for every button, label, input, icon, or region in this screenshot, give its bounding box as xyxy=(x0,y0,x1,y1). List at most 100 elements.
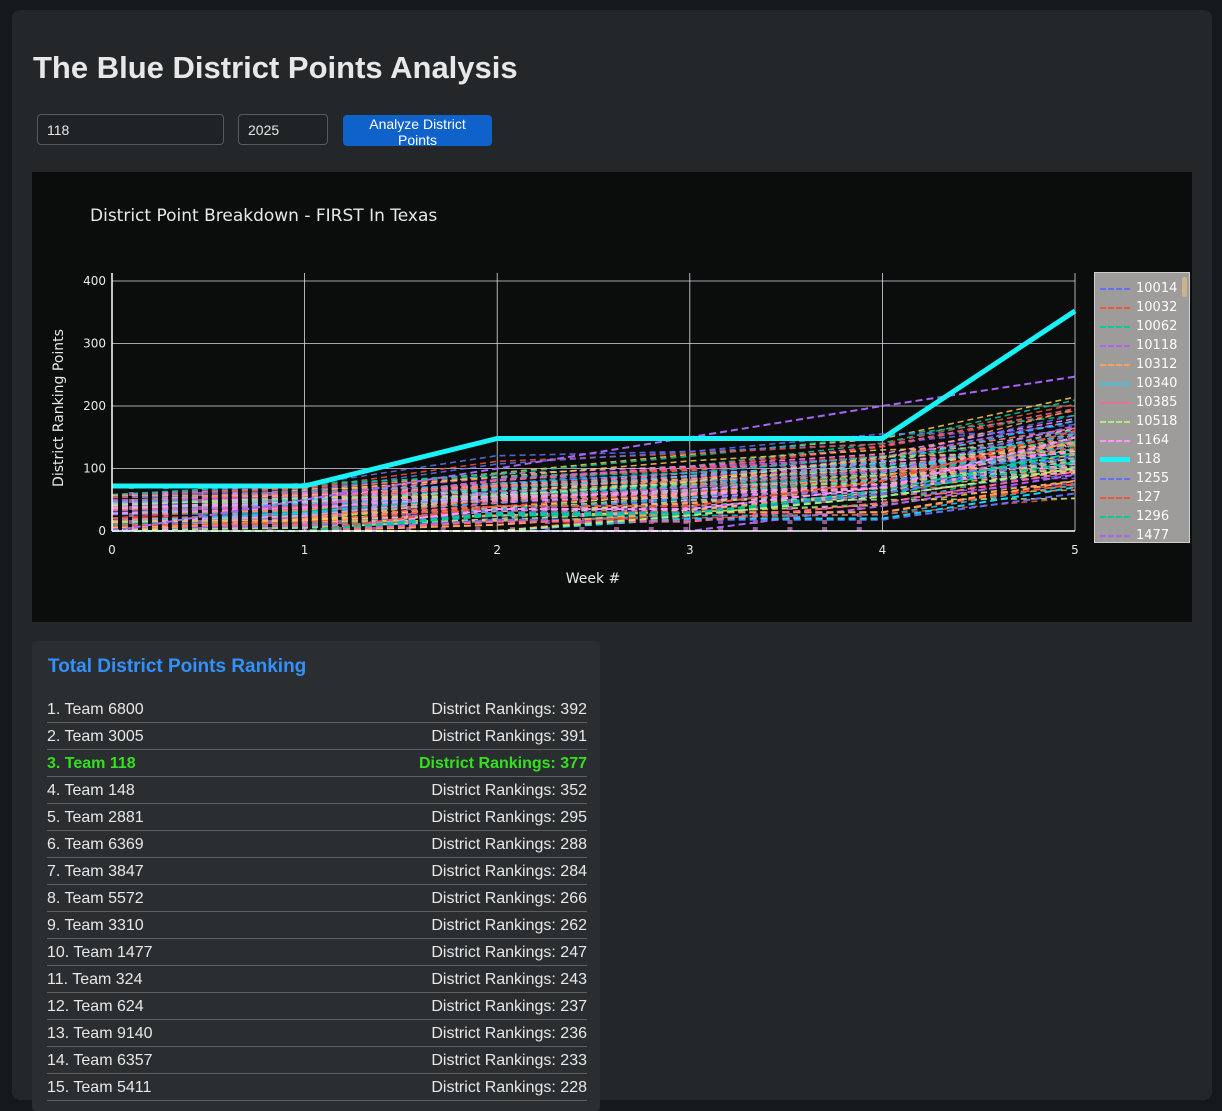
legend-swatch xyxy=(1100,364,1130,366)
ranking-points: District Rankings: 236 xyxy=(431,1025,587,1042)
legend-item[interactable]: 10340 xyxy=(1095,374,1189,393)
y-tick-label: 300 xyxy=(83,337,106,351)
legend-item[interactable]: 10385 xyxy=(1095,393,1189,412)
legend-label: 1477 xyxy=(1136,528,1170,543)
ranking-row: 14. Team 6357 District Rankings: 233 xyxy=(47,1047,587,1074)
legend-item[interactable]: 10118 xyxy=(1095,336,1189,355)
ranking-points: District Rankings: 262 xyxy=(431,917,587,934)
legend-label: 10312 xyxy=(1136,357,1178,372)
legend-swatch xyxy=(1100,457,1130,462)
legend-swatch xyxy=(1100,421,1130,423)
ranking-title: Total District Points Ranking xyxy=(48,656,307,677)
ranking-team-label: 15. Team 5411 xyxy=(47,1079,152,1096)
legend-item[interactable]: 1255 xyxy=(1095,469,1189,488)
ranking-team-label: 13. Team 9140 xyxy=(47,1025,153,1042)
legend-item[interactable]: 1164 xyxy=(1095,431,1189,450)
x-tick-label: 5 xyxy=(1071,543,1079,557)
ranking-team-label: 4. Team 148 xyxy=(47,782,135,799)
legend-label: 1296 xyxy=(1136,509,1170,524)
ranking-list: 1. Team 6800 District Rankings: 392 2. Tea… xyxy=(47,696,587,1101)
ranking-row: 9. Team 3310 District Rankings: 262 xyxy=(47,912,587,939)
legend-swatch xyxy=(1100,440,1130,442)
team-number-input[interactable] xyxy=(37,114,224,145)
ranking-team-label: 6. Team 6369 xyxy=(47,836,144,853)
ranking-points: District Rankings: 391 xyxy=(431,728,587,745)
x-tick-label: 1 xyxy=(301,543,309,557)
legend-swatch xyxy=(1100,326,1130,328)
ranking-points: District Rankings: 237 xyxy=(431,998,587,1015)
legend-swatch xyxy=(1100,288,1130,290)
legend-swatch xyxy=(1100,497,1130,499)
ranking-team-label: 8. Team 5572 xyxy=(47,890,144,907)
ranking-team-label: 5. Team 2881 xyxy=(47,809,144,826)
ranking-panel: Total District Points Ranking 1. Team 68… xyxy=(32,641,600,1111)
x-tick-label: 0 xyxy=(108,543,116,557)
legend-swatch xyxy=(1100,535,1130,537)
legend-item[interactable]: 10062 xyxy=(1095,317,1189,336)
ranking-points: District Rankings: 288 xyxy=(431,836,587,853)
y-tick-label: 400 xyxy=(83,274,106,288)
ranking-team-label: 10. Team 1477 xyxy=(47,944,153,961)
legend-swatch xyxy=(1100,383,1130,385)
legend-item[interactable]: 10014 xyxy=(1095,279,1189,298)
y-tick-label: 0 xyxy=(98,524,106,538)
chart-svg[interactable]: District Point Breakdown - FIRST In Texa… xyxy=(32,172,1192,622)
legend-label: 118 xyxy=(1136,452,1161,467)
y-axis-label: District Ranking Points xyxy=(51,329,67,487)
legend-label: 10014 xyxy=(1136,281,1178,296)
page-title: The Blue District Points Analysis xyxy=(33,50,518,85)
ranking-team-label: 9. Team 3310 xyxy=(47,917,144,934)
ranking-row: 3. Team 118 District Rankings: 377 xyxy=(47,750,587,777)
year-input[interactable] xyxy=(238,114,328,145)
y-tick-label: 200 xyxy=(83,399,106,413)
ranking-team-label: 11. Team 324 xyxy=(47,971,143,988)
legend-swatch xyxy=(1100,478,1130,480)
legend-item[interactable]: 1296 xyxy=(1095,507,1189,526)
x-axis-label: Week # xyxy=(566,571,621,587)
legend-item[interactable]: 10312 xyxy=(1095,355,1189,374)
district-points-chart[interactable]: District Point Breakdown - FIRST In Texa… xyxy=(32,172,1192,622)
legend-item[interactable]: 118 xyxy=(1095,450,1189,469)
ranking-row: 5. Team 2881 District Rankings: 295 xyxy=(47,804,587,831)
legend-label: 1164 xyxy=(1136,433,1170,448)
legend-label: 10118 xyxy=(1136,338,1178,353)
ranking-points: District Rankings: 247 xyxy=(431,944,587,961)
ranking-row: 10. Team 1477 District Rankings: 247 xyxy=(47,939,587,966)
ranking-row: 11. Team 324 District Rankings: 243 xyxy=(47,966,587,993)
chart-legend[interactable]: 10014 10032 10062 10118 10312 10340 10385 10518… xyxy=(1094,272,1190,543)
legend-swatch xyxy=(1100,402,1130,404)
ranking-team-label: 14. Team 6357 xyxy=(47,1052,153,1069)
ranking-points: District Rankings: 392 xyxy=(431,701,587,718)
legend-label: 10518 xyxy=(1136,414,1178,429)
legend-item[interactable]: 10032 xyxy=(1095,298,1189,317)
ranking-row: 6. Team 6369 District Rankings: 288 xyxy=(47,831,587,858)
ranking-points: District Rankings: 352 xyxy=(431,782,587,799)
ranking-row: 4. Team 148 District Rankings: 352 xyxy=(47,777,587,804)
legend-label: 10340 xyxy=(1136,376,1178,391)
ranking-row: 2. Team 3005 District Rankings: 391 xyxy=(47,723,587,750)
legend-item[interactable]: 10518 xyxy=(1095,412,1189,431)
y-tick-label: 100 xyxy=(83,462,106,476)
ranking-points: District Rankings: 284 xyxy=(431,863,587,880)
ranking-points: District Rankings: 228 xyxy=(431,1079,587,1096)
legend-label: 10062 xyxy=(1136,319,1178,334)
analyze-button[interactable]: Analyze District Points xyxy=(343,115,492,148)
ranking-row: 7. Team 3847 District Rankings: 284 xyxy=(47,858,587,885)
main-panel: The Blue District Points Analysis Analyz… xyxy=(12,10,1212,1111)
legend-label: 10385 xyxy=(1136,395,1178,410)
ranking-team-label: 2. Team 3005 xyxy=(47,728,144,745)
ranking-team-label: 3. Team 118 xyxy=(47,755,136,772)
ranking-team-label: 7. Team 3847 xyxy=(47,863,144,880)
ranking-points: District Rankings: 295 xyxy=(431,809,587,826)
legend-item[interactable]: 1477 xyxy=(1095,526,1189,543)
legend-label: 10032 xyxy=(1136,300,1178,315)
ranking-points: District Rankings: 266 xyxy=(431,890,587,907)
legend-swatch xyxy=(1100,345,1130,347)
legend-label: 1255 xyxy=(1136,471,1170,486)
ranking-row: 1. Team 6800 District Rankings: 392 xyxy=(47,696,587,723)
legend-item[interactable]: 127 xyxy=(1095,488,1189,507)
x-tick-label: 4 xyxy=(879,543,887,557)
ranking-team-label: 1. Team 6800 xyxy=(47,701,144,718)
x-tick-label: 2 xyxy=(493,543,501,557)
ranking-row: 8. Team 5572 District Rankings: 266 xyxy=(47,885,587,912)
